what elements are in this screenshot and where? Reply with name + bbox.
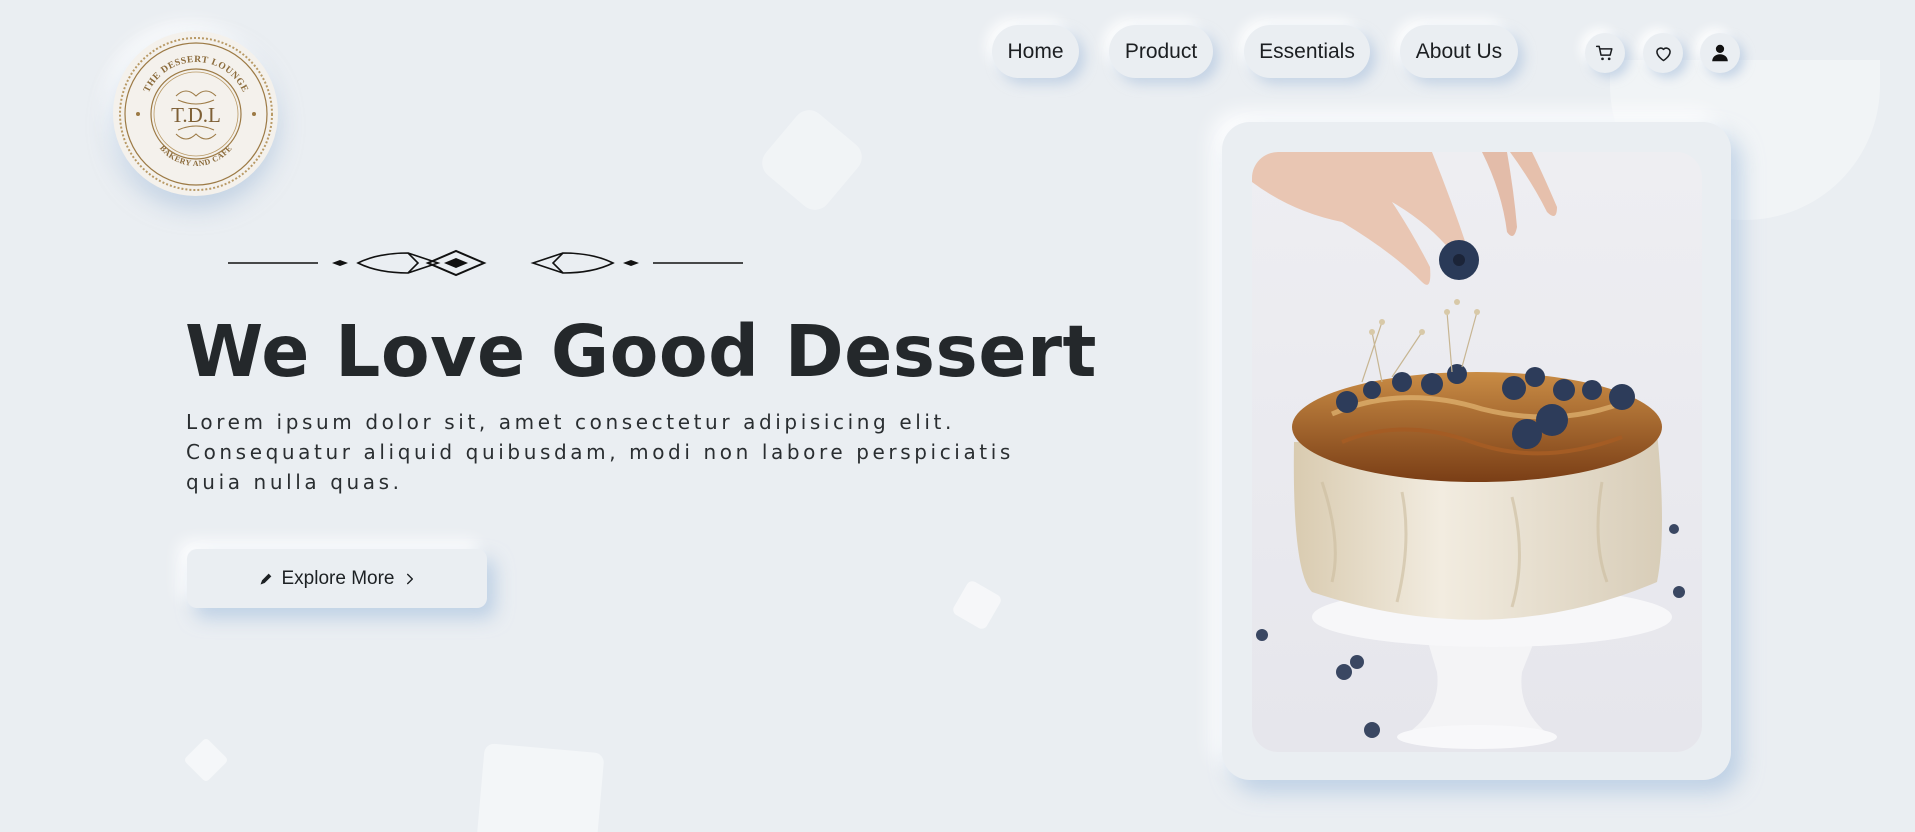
ornament-divider — [228, 249, 743, 277]
hero-title: We Love Good Dessert — [185, 310, 1097, 393]
account-button[interactable] — [1700, 33, 1740, 73]
nav-home[interactable]: Home — [992, 25, 1079, 78]
logo-monogram: T.D.L — [171, 103, 221, 127]
decorative-shape — [951, 579, 1003, 631]
explore-more-label: Explore More — [281, 567, 395, 589]
cart-button[interactable] — [1585, 33, 1625, 73]
blueberry-cake-image — [1252, 152, 1702, 752]
hero-image-card — [1222, 122, 1731, 780]
heart-icon — [1655, 46, 1671, 61]
logo-emblem: THE DESSERT LOUNGE BAKERY AND CAFE T.D.L — [118, 36, 273, 191]
decorative-shape — [755, 103, 869, 217]
decorative-shape — [475, 742, 605, 832]
nav-product[interactable]: Product — [1109, 25, 1213, 78]
cart-icon — [1595, 45, 1613, 61]
pen-icon — [260, 573, 271, 584]
nav-about-us[interactable]: About Us — [1400, 25, 1518, 78]
cake-photo — [1252, 152, 1702, 752]
nav-essentials[interactable]: Essentials — [1244, 25, 1370, 78]
user-icon — [1712, 44, 1728, 62]
wishlist-button[interactable] — [1643, 33, 1683, 73]
brand-logo[interactable]: THE DESSERT LOUNGE BAKERY AND CAFE T.D.L — [113, 31, 278, 196]
decorative-shape — [183, 737, 229, 783]
hero-description: Lorem ipsum dolor sit, amet consectetur … — [186, 410, 1014, 494]
chevron-right-icon — [406, 573, 413, 584]
explore-more-button[interactable]: Explore More — [187, 549, 487, 608]
